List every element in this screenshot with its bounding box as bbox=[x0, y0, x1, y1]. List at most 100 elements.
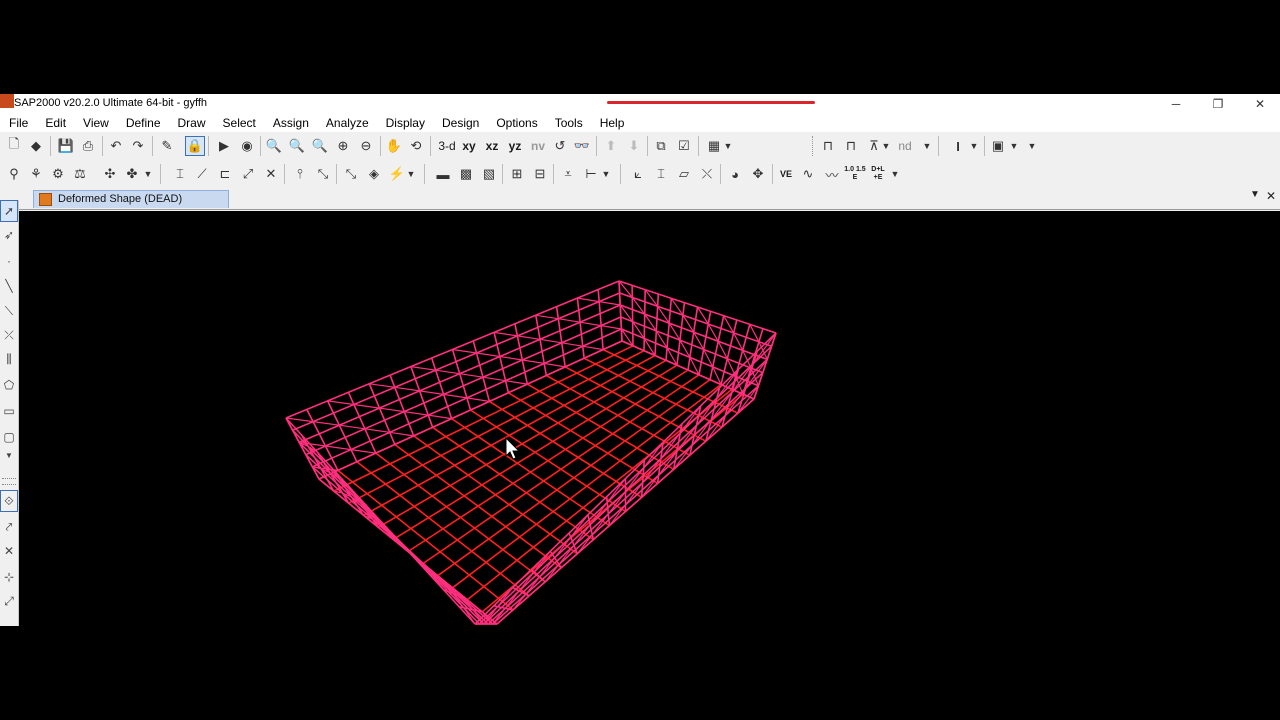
move-down-icon[interactable]: ⬇ bbox=[624, 136, 644, 156]
joint-constraints-icon[interactable]: ⚙ bbox=[48, 164, 68, 184]
area-auto-mesh-icon[interactable]: ▧ bbox=[479, 164, 499, 184]
menu-view[interactable]: View bbox=[83, 114, 109, 132]
menu-assign[interactable]: Assign bbox=[273, 114, 309, 132]
zoom-restore-icon[interactable]: 🔍 bbox=[287, 136, 307, 156]
redo-icon[interactable]: ↷ bbox=[128, 136, 148, 156]
draw-brace-diagonal-icon[interactable]: ⤫ bbox=[0, 324, 18, 346]
frame-offsets-icon[interactable]: ⊏ bbox=[215, 164, 235, 184]
run-analysis-icon[interactable]: ▶ bbox=[214, 136, 234, 156]
zoom-window-icon[interactable]: 🔍 bbox=[264, 136, 284, 156]
menu-select[interactable]: Select bbox=[223, 114, 256, 132]
tab-deformed-shape[interactable]: Deformed Shape (DEAD) bbox=[33, 190, 229, 208]
show-shape-icon[interactable]: ▦ bbox=[704, 136, 724, 156]
show-reactions-icon[interactable]: ⤬ bbox=[697, 164, 717, 184]
snap-intersections-icon[interactable]: ✕ bbox=[0, 540, 18, 562]
print-icon[interactable]: ⎙ bbox=[78, 136, 98, 156]
combo-dl-button[interactable]: D+L +E bbox=[868, 164, 888, 184]
chevron-down-icon[interactable]: ▼ bbox=[921, 136, 933, 156]
link-property-icon[interactable]: ⊟ bbox=[530, 164, 550, 184]
pan-hand-icon[interactable]: ✋ bbox=[384, 136, 404, 156]
chevron-down-icon[interactable]: ▼ bbox=[0, 444, 18, 466]
chevron-down-icon[interactable]: ▼ bbox=[600, 164, 612, 184]
reshape-pointer-icon[interactable]: ➶ bbox=[0, 224, 18, 246]
chevron-down-icon[interactable]: ▼ bbox=[142, 164, 154, 184]
draw-frame-icon[interactable]: ⊓ bbox=[818, 136, 838, 156]
show-undeformed-icon[interactable]: ⟀ bbox=[628, 164, 648, 184]
menu-edit[interactable]: Edit bbox=[45, 114, 66, 132]
joint-restraint-icon[interactable]: ⚲ bbox=[4, 164, 24, 184]
chevron-down-icon[interactable]: ▼ bbox=[1250, 189, 1260, 203]
rotate-view-icon[interactable]: ⟲ bbox=[406, 136, 426, 156]
undo-icon[interactable]: ↶ bbox=[106, 136, 126, 156]
time-history-icon[interactable]: 〰 bbox=[822, 164, 842, 184]
move-up-icon[interactable]: ⬆ bbox=[601, 136, 621, 156]
chevron-down-icon[interactable]: ▼ bbox=[968, 136, 980, 156]
show-virtual-work-icon[interactable]: ◕ bbox=[725, 164, 745, 184]
pencil-edit-icon[interactable]: ✎ bbox=[157, 136, 177, 156]
view-xy-button[interactable]: xy bbox=[459, 136, 479, 156]
perspective-icon[interactable]: 👓 bbox=[572, 136, 592, 156]
area-gravity-icon[interactable]: ⚡ bbox=[387, 164, 407, 184]
response-spectrum-icon[interactable]: ∿ bbox=[798, 164, 818, 184]
zoom-in-icon[interactable]: ⊕ bbox=[333, 136, 353, 156]
draw-rect-area-icon[interactable]: ▭ bbox=[0, 400, 18, 422]
show-influence-icon[interactable]: ✥ bbox=[748, 164, 768, 184]
joint-patterns-icon[interactable]: ✤ bbox=[122, 164, 142, 184]
view-xz-button[interactable]: xz bbox=[482, 136, 502, 156]
snap-lines-icon[interactable]: ⤤ bbox=[0, 516, 18, 538]
menu-file[interactable]: File bbox=[9, 114, 28, 132]
frame-loads-icon[interactable]: ⫯ bbox=[290, 164, 310, 184]
show-forces-icon[interactable]: ⌶ bbox=[651, 164, 671, 184]
ground-displacement-icon[interactable]: ⩡ bbox=[558, 164, 578, 184]
menu-options[interactable]: Options bbox=[496, 114, 537, 132]
frame-distributed-icon[interactable]: ⤡ bbox=[313, 164, 333, 184]
view-3d-button[interactable]: 3-d bbox=[436, 136, 458, 156]
lock-model-icon[interactable]: 🔒 bbox=[185, 136, 205, 156]
menu-display[interactable]: Display bbox=[386, 114, 425, 132]
new-model-icon[interactable]: 🗋 bbox=[4, 136, 24, 156]
zoom-full-icon[interactable]: 🔍 bbox=[310, 136, 330, 156]
draw-brace-icon[interactable]: ⊓ bbox=[841, 136, 861, 156]
rotate-3d-icon[interactable]: ↺ bbox=[550, 136, 570, 156]
show-deformed-icon[interactable]: ▱ bbox=[674, 164, 694, 184]
menu-tools[interactable]: Tools bbox=[555, 114, 583, 132]
ve-button[interactable]: VE bbox=[776, 164, 796, 184]
draw-frame-line-icon[interactable]: ╲ bbox=[0, 275, 18, 297]
close-button[interactable]: ✕ bbox=[1240, 94, 1280, 114]
chevron-down-icon[interactable]: ▼ bbox=[1008, 136, 1020, 156]
run-now-icon[interactable]: ◉ bbox=[237, 136, 257, 156]
frame-releases-icon[interactable]: ⟋ bbox=[192, 164, 212, 184]
menu-analyze[interactable]: Analyze bbox=[326, 114, 369, 132]
save-icon[interactable]: 💾 bbox=[56, 136, 76, 156]
draw-joint-icon[interactable]: · bbox=[0, 250, 18, 272]
view-nv-button[interactable]: nv bbox=[528, 136, 548, 156]
area-loads-icon[interactable]: ⤡ bbox=[341, 164, 361, 184]
chevron-down-icon[interactable]: ▼ bbox=[880, 136, 892, 156]
minimize-button[interactable]: ─ bbox=[1156, 94, 1196, 114]
link-support-icon[interactable]: ⊞ bbox=[507, 164, 527, 184]
frame-section-icon[interactable]: ⌶ bbox=[170, 164, 190, 184]
chevron-down-icon[interactable]: ▼ bbox=[405, 164, 417, 184]
area-section-icon[interactable]: ▣ bbox=[988, 136, 1008, 156]
joint-local-axes-icon[interactable]: ✣ bbox=[100, 164, 120, 184]
area-uniform-icon[interactable]: ◈ bbox=[364, 164, 384, 184]
joint-springs-icon[interactable]: ⚘ bbox=[26, 164, 46, 184]
menu-help[interactable]: Help bbox=[600, 114, 625, 132]
temperature-load-icon[interactable]: ⊢ bbox=[581, 164, 601, 184]
view-yz-button[interactable]: yz bbox=[505, 136, 525, 156]
menu-design[interactable]: Design bbox=[442, 114, 479, 132]
snap-joints-icon[interactable]: ⟐ bbox=[0, 490, 18, 512]
frame-axes-icon[interactable]: ⤢ bbox=[238, 164, 258, 184]
draw-tendon-icon[interactable]: ⫼ bbox=[0, 348, 18, 370]
pointer-select-icon[interactable]: ➚ bbox=[0, 200, 18, 222]
draw-poly-area-icon[interactable]: ⬠ bbox=[0, 374, 18, 396]
snap-ends-icon[interactable]: ⤢ bbox=[0, 590, 18, 612]
refresh-view-icon[interactable]: ⧉ bbox=[651, 136, 671, 156]
chevron-down-icon[interactable]: ▼ bbox=[722, 136, 734, 156]
frame-output-stations-icon[interactable]: ✕ bbox=[261, 164, 281, 184]
snap-perpendicular-icon[interactable]: ⊹ bbox=[0, 566, 18, 588]
joint-masses-icon[interactable]: ⚖ bbox=[70, 164, 90, 184]
menu-draw[interactable]: Draw bbox=[178, 114, 206, 132]
area-mesh-icon[interactable]: ▩ bbox=[456, 164, 476, 184]
chevron-down-icon[interactable]: ▼ bbox=[889, 164, 901, 184]
